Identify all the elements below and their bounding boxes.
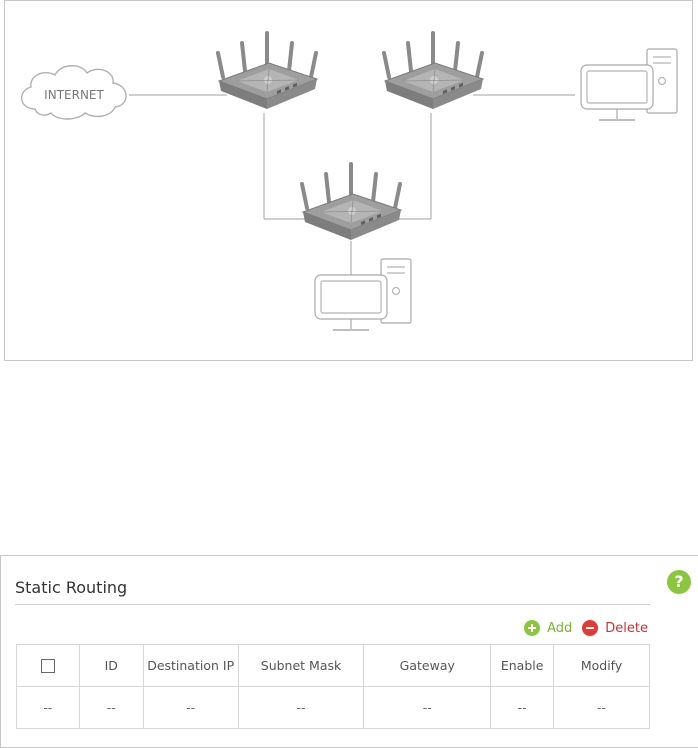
delete-label: Delete <box>605 620 648 636</box>
internet-cloud-icon: INTERNET <box>21 65 127 120</box>
internet-label: INTERNET <box>44 88 104 102</box>
header-gateway: Gateway <box>363 644 492 687</box>
title-divider <box>15 604 650 605</box>
delete-button[interactable]: Delete <box>582 620 648 636</box>
add-button[interactable]: Add <box>524 620 572 636</box>
table-header-row: ID Destination IP Subnet Mask Gateway En… <box>16 644 650 687</box>
cell-select: -- <box>16 686 80 729</box>
static-routing-panel: Static Routing ? Add Delete ID Destinati… <box>0 555 698 748</box>
plus-circle-icon <box>524 620 541 636</box>
header-subnet-mask: Subnet Mask <box>237 644 365 687</box>
routing-table: ID Destination IP Subnet Mask Gateway En… <box>16 644 650 729</box>
header-destination-ip: Destination IP <box>142 644 239 687</box>
cell-destination-ip: -- <box>142 686 239 729</box>
cell-enable: -- <box>490 686 555 729</box>
table-actions: Add Delete <box>524 619 648 637</box>
cell-id: -- <box>78 686 144 729</box>
select-all-checkbox[interactable] <box>40 659 55 674</box>
add-label: Add <box>547 620 573 636</box>
header-select-all <box>16 644 80 687</box>
header-id: ID <box>78 644 144 687</box>
cell-gateway: -- <box>363 686 492 729</box>
computer-icon <box>580 48 678 121</box>
table-row: -- -- -- -- -- -- -- <box>16 686 650 729</box>
help-icon[interactable]: ? <box>667 570 691 594</box>
cell-subnet-mask: -- <box>237 686 365 729</box>
router-icon <box>216 31 319 111</box>
network-diagram: INTERNET <box>4 0 693 361</box>
cell-modify: -- <box>553 686 650 729</box>
router-icon <box>300 162 403 242</box>
network-diagram-svg: INTERNET <box>21 31 678 331</box>
panel-title: Static Routing <box>15 578 128 597</box>
computer-icon <box>314 258 412 331</box>
header-enable: Enable <box>490 644 555 687</box>
minus-circle-icon <box>582 620 599 636</box>
header-modify: Modify <box>553 644 650 687</box>
router-icon <box>382 31 485 111</box>
